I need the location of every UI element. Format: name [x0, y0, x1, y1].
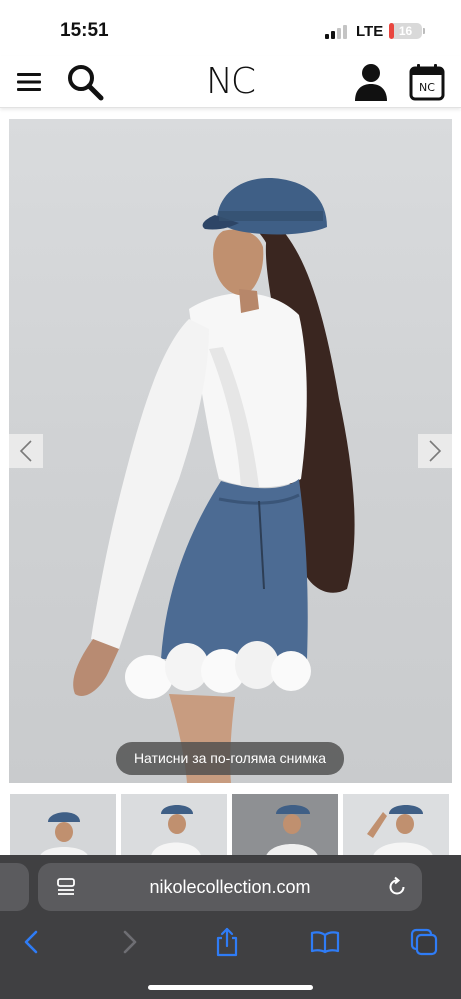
chevron-right-icon — [429, 440, 442, 462]
thumbnail-1[interactable] — [10, 794, 116, 856]
thumbnail-2[interactable] — [121, 794, 227, 856]
back-button[interactable] — [11, 922, 51, 962]
thumbnail-4[interactable] — [343, 794, 449, 856]
signal-strength-icon — [325, 25, 349, 39]
tabs-button[interactable] — [404, 922, 444, 962]
browser-toolbar: nikolecollection.com — [0, 855, 461, 999]
share-icon — [216, 927, 238, 957]
bookmarks-button[interactable] — [305, 922, 345, 962]
back-icon — [24, 930, 38, 954]
previous-image-button[interactable] — [9, 434, 43, 468]
thumbnail-4-image — [343, 794, 449, 856]
battery-icon: 16 — [389, 23, 422, 39]
battery-tip — [423, 28, 425, 34]
search-button[interactable] — [63, 60, 107, 104]
status-time: 15:51 — [60, 20, 109, 41]
bookmarks-icon — [310, 931, 340, 954]
next-image-button[interactable] — [418, 434, 452, 468]
thumbnail-3-image — [232, 794, 338, 856]
thumbnail-strip — [10, 794, 461, 856]
chevron-left-icon — [19, 440, 32, 462]
forward-icon — [123, 930, 137, 954]
thumbnail-3[interactable] — [232, 794, 338, 856]
thumbnail-2-image — [121, 794, 227, 856]
reload-icon[interactable] — [386, 876, 408, 898]
menu-button[interactable] — [12, 65, 46, 99]
network-type: LTE — [356, 23, 384, 40]
reader-mode-icon[interactable] — [56, 877, 76, 897]
site-header: NC NC — [0, 56, 461, 108]
status-bar: 15:51 LTE 16 — [0, 0, 461, 56]
previous-tab-peek[interactable] — [0, 863, 29, 911]
menu-icon — [17, 73, 41, 91]
url-text[interactable]: nikolecollection.com — [98, 863, 362, 911]
battery-percentage: 16 — [398, 24, 413, 38]
share-button[interactable] — [207, 922, 247, 962]
product-image[interactable] — [9, 119, 452, 783]
tabs-icon — [410, 928, 438, 956]
thumbnail-1-image — [10, 794, 116, 856]
account-button[interactable] — [351, 61, 391, 103]
home-indicator — [148, 985, 313, 990]
address-bar[interactable]: nikolecollection.com — [38, 863, 422, 911]
product-photo — [73, 178, 355, 783]
account-icon — [355, 64, 387, 101]
calendar-button[interactable]: NC — [407, 61, 447, 103]
zoom-hint[interactable]: Натисни за по-голяма снимка — [116, 742, 344, 775]
forward-button[interactable] — [110, 922, 150, 962]
site-logo[interactable]: NC — [190, 62, 270, 102]
search-icon — [68, 65, 104, 101]
calendar-badge-text: NC — [419, 81, 435, 94]
